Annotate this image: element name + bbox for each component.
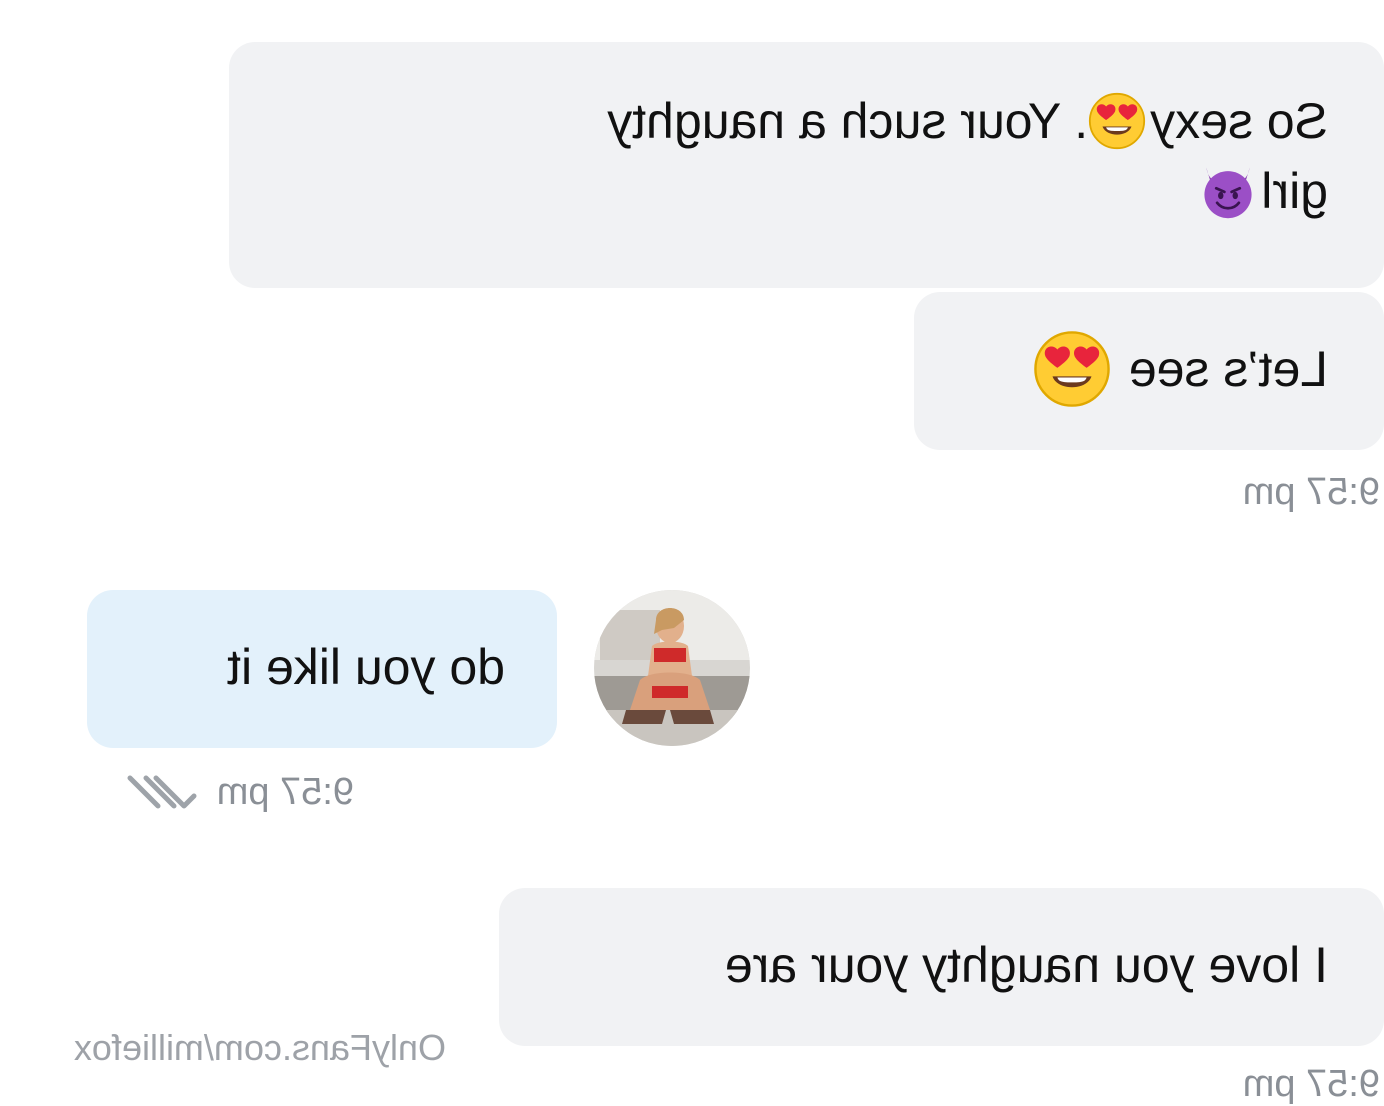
avatar[interactable] xyxy=(594,590,750,746)
message-text: I love you naughty your are xyxy=(724,937,1328,993)
message-text: do you like it xyxy=(227,639,505,695)
heart-eyes-emoji xyxy=(1089,92,1146,149)
message-timestamp: 9:57 pm xyxy=(1242,1063,1380,1105)
avatar-photo xyxy=(594,590,750,746)
message-line: girl xyxy=(269,156,1328,226)
watermark: OnlyFans.com/milliefox xyxy=(73,1027,446,1068)
message-text: . Your such a naughty xyxy=(607,93,1089,149)
message-timestamp: 9:57 pm xyxy=(1242,471,1380,513)
message-text: Let’s see xyxy=(1128,341,1328,398)
message-text: So sexy xyxy=(1150,93,1328,149)
double-check-icon xyxy=(127,775,197,809)
chat-thread: So sexy . Your such a naughty girl Let’s… xyxy=(0,0,1384,1105)
message-bubble-outgoing[interactable]: Let’s see xyxy=(914,292,1384,450)
message-timestamp: 9:57 pm xyxy=(216,771,354,813)
smiling-devil-emoji xyxy=(1204,167,1252,218)
message-bubble-outgoing[interactable]: I love you naughty your are xyxy=(499,888,1384,1046)
message-meta: 9:57 pm xyxy=(124,770,354,814)
message-text: girl xyxy=(1261,163,1328,219)
message-bubble-incoming[interactable]: do you like it xyxy=(87,590,557,748)
heart-eyes-emoji xyxy=(1034,331,1110,407)
message-line: So sexy . Your such a naughty xyxy=(269,86,1328,156)
message-bubble-outgoing[interactable]: So sexy . Your such a naughty girl xyxy=(229,42,1384,288)
